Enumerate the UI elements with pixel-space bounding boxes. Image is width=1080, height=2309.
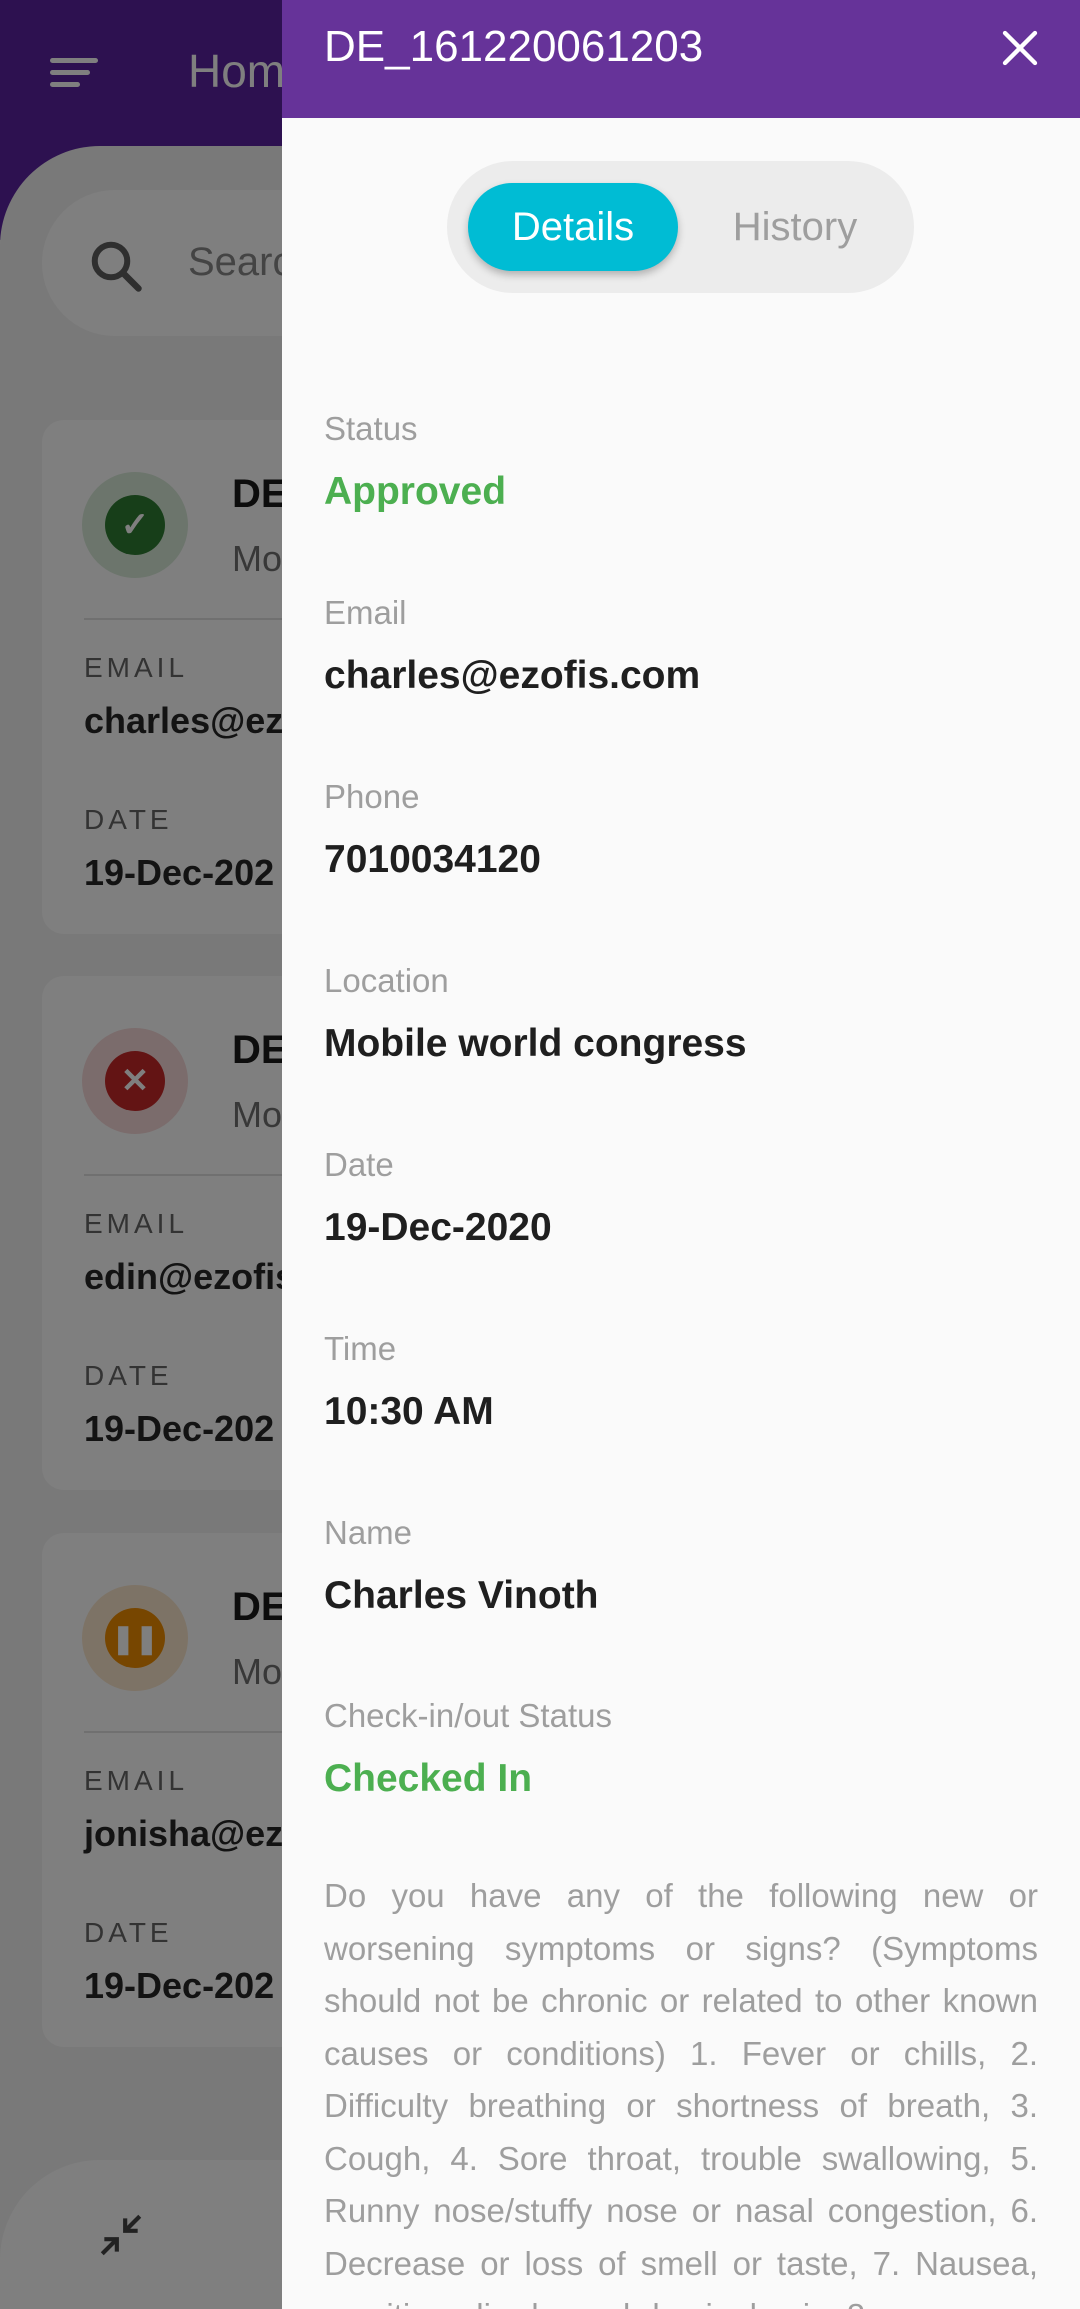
email-label: Email (324, 594, 407, 631)
location-value: Mobile world congress (324, 1022, 747, 1065)
close-button[interactable] (990, 18, 1050, 78)
email-value: charles@ezofis.com (324, 654, 701, 697)
checkin-status-label: Check-in/out Status (324, 1697, 612, 1734)
status-value: Approved (324, 470, 507, 513)
drawer-header: DE_161220061203 (282, 0, 1080, 118)
date-value: 19-Dec-2020 (324, 1206, 552, 1249)
date-label: Date (324, 1146, 394, 1183)
details-drawer: DE_161220061203 Details History Status A… (282, 0, 1080, 2309)
tab-group: Details History (447, 161, 914, 293)
name-label: Name (324, 1514, 413, 1551)
checkin-status-value: Checked In (324, 1757, 533, 1800)
tab-history[interactable]: History (700, 183, 890, 271)
time-value: 10:30 AM (324, 1390, 494, 1433)
phone-label: Phone (324, 778, 420, 815)
phone-value: 7010034120 (324, 838, 541, 881)
time-label: Time (324, 1330, 397, 1367)
drawer-title: DE_161220061203 (324, 22, 704, 71)
location-label: Location (324, 962, 449, 999)
status-label: Status (324, 410, 418, 447)
screening-question: Do you have any of the following new or … (324, 1877, 1038, 2309)
tab-details[interactable]: Details (468, 183, 678, 271)
close-icon (1002, 30, 1038, 66)
name-value: Charles Vinoth (324, 1574, 599, 1617)
